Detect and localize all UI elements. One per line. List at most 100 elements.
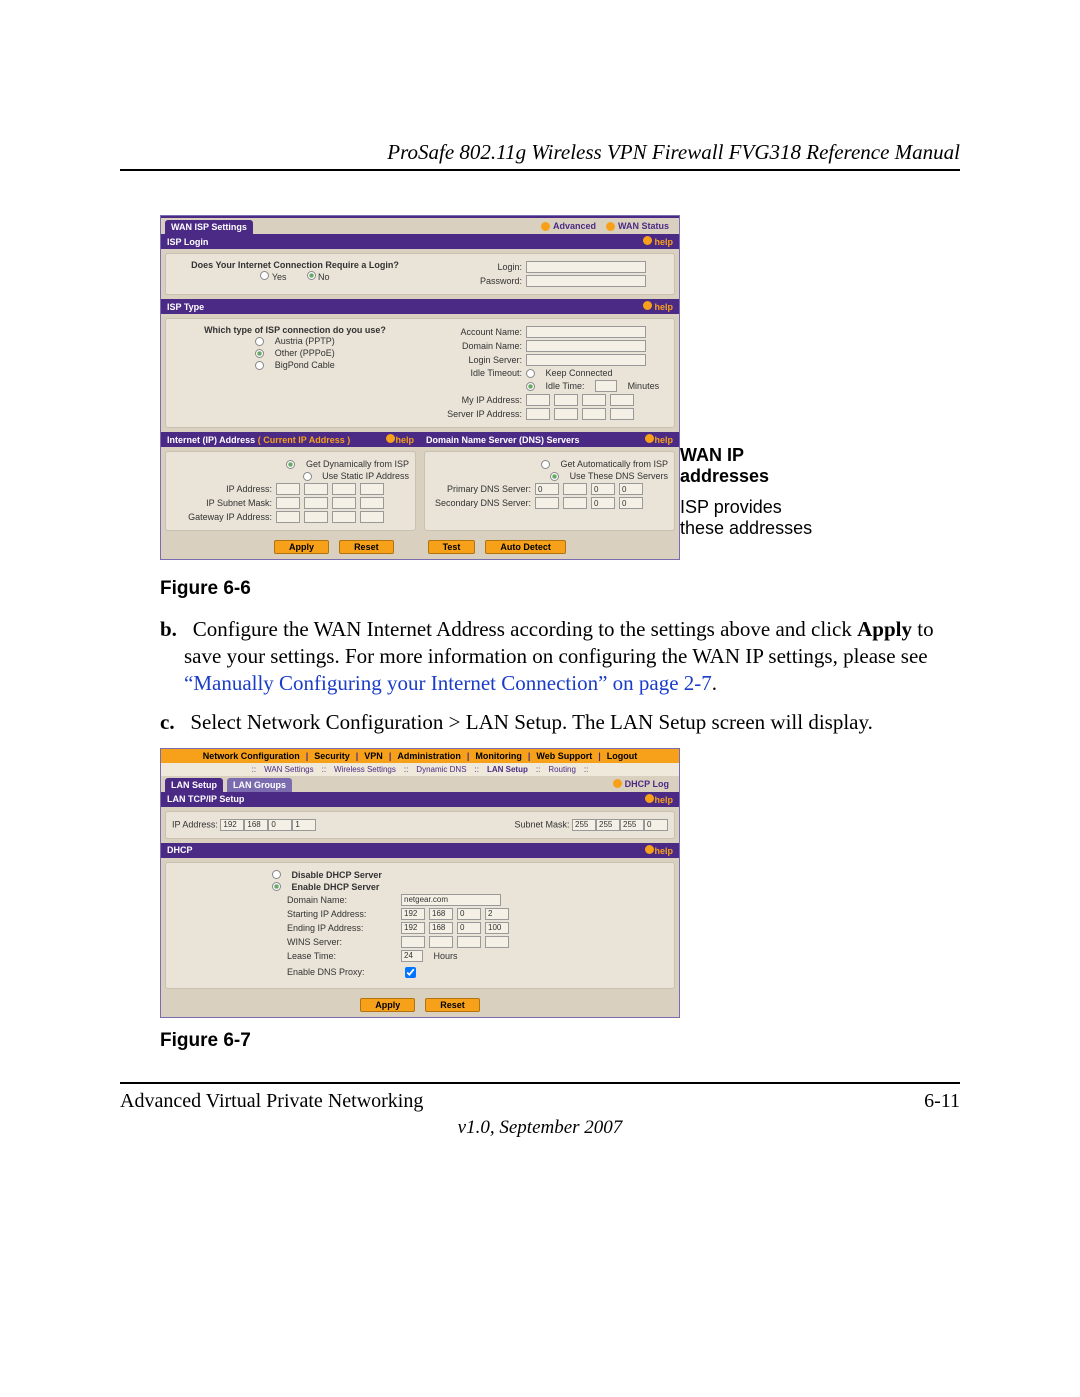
gw-4[interactable]: [360, 511, 384, 523]
dnsa-1[interactable]: [535, 483, 559, 495]
lan-ip-3[interactable]: [268, 819, 292, 831]
subnav-item[interactable]: LAN Setup: [487, 765, 528, 774]
nav-item[interactable]: VPN: [364, 751, 383, 761]
wins-1[interactable]: [401, 936, 425, 948]
radio-static-ip[interactable]: [303, 472, 312, 481]
subnav-item[interactable]: Wireless Settings: [334, 765, 396, 774]
dnsa-2[interactable]: [563, 483, 587, 495]
dnsa-3[interactable]: [591, 483, 615, 495]
reset-button[interactable]: Reset: [425, 998, 480, 1012]
subnav-item[interactable]: WAN Settings: [264, 765, 314, 774]
mask-2[interactable]: [304, 497, 328, 509]
radio-dynamic-ip[interactable]: [286, 460, 295, 469]
login-input[interactable]: [526, 261, 646, 273]
reset-button[interactable]: Reset: [339, 540, 394, 554]
lan-ip-4[interactable]: [292, 819, 316, 831]
idle-time-input[interactable]: [595, 380, 617, 392]
apply-button[interactable]: Apply: [360, 998, 415, 1012]
mask-3[interactable]: [332, 497, 356, 509]
subnet-4[interactable]: [644, 819, 668, 831]
nav-item[interactable]: Network Configuration: [203, 751, 300, 761]
tab-wan-isp[interactable]: WAN ISP Settings: [165, 220, 253, 234]
password-input[interactable]: [526, 275, 646, 287]
gw-2[interactable]: [304, 511, 328, 523]
end-3[interactable]: [457, 922, 481, 934]
tab-lan-setup[interactable]: LAN Setup: [165, 778, 223, 792]
gw-3[interactable]: [332, 511, 356, 523]
domain-input[interactable]: [401, 894, 501, 906]
help-link[interactable]: help: [645, 434, 673, 445]
ip-1[interactable]: [276, 483, 300, 495]
nav-item[interactable]: Logout: [607, 751, 638, 761]
server-ip-2[interactable]: [554, 408, 578, 420]
lease-input[interactable]: [401, 950, 423, 962]
cross-ref-link[interactable]: “Manually Configuring your Internet Conn…: [184, 671, 712, 695]
account-name-input[interactable]: [526, 326, 646, 338]
radio-pptp[interactable]: [255, 337, 264, 346]
lan-ip-2[interactable]: [244, 819, 268, 831]
help-link[interactable]: help: [643, 236, 673, 247]
apply-button[interactable]: Apply: [274, 540, 329, 554]
radio-dns-auto[interactable]: [541, 460, 550, 469]
radio-pppoe[interactable]: [255, 349, 264, 358]
wins-3[interactable]: [457, 936, 481, 948]
start-3[interactable]: [457, 908, 481, 920]
domain-name-input[interactable]: [526, 340, 646, 352]
dns-proxy-checkbox[interactable]: [405, 967, 416, 978]
end-2[interactable]: [429, 922, 453, 934]
my-ip-3[interactable]: [582, 394, 606, 406]
subnav-item[interactable]: Routing: [548, 765, 576, 774]
help-link[interactable]: help: [386, 434, 414, 445]
server-ip-1[interactable]: [526, 408, 550, 420]
my-ip-1[interactable]: [526, 394, 550, 406]
subnet-2[interactable]: [596, 819, 620, 831]
mask-4[interactable]: [360, 497, 384, 509]
start-4[interactable]: [485, 908, 509, 920]
dnsb-3[interactable]: [591, 497, 615, 509]
subnav-item[interactable]: Dynamic DNS: [416, 765, 466, 774]
subnet-1[interactable]: [572, 819, 596, 831]
ip-2[interactable]: [304, 483, 328, 495]
nav-item[interactable]: Monitoring: [475, 751, 522, 761]
dnsb-4[interactable]: [619, 497, 643, 509]
radio-bigpond[interactable]: [255, 361, 264, 370]
subnet-3[interactable]: [620, 819, 644, 831]
end-4[interactable]: [485, 922, 509, 934]
server-ip-3[interactable]: [582, 408, 606, 420]
nav-item[interactable]: Administration: [397, 751, 461, 761]
my-ip-4[interactable]: [610, 394, 634, 406]
login-server-input[interactable]: [526, 354, 646, 366]
nav-item[interactable]: Web Support: [536, 751, 592, 761]
radio-enable-dhcp[interactable]: [272, 882, 281, 891]
radio-keep-connected[interactable]: [526, 369, 535, 378]
tab-lan-groups[interactable]: LAN Groups: [227, 778, 292, 792]
help-link[interactable]: help: [643, 301, 673, 312]
radio-idle-time[interactable]: [526, 382, 535, 391]
start-1[interactable]: [401, 908, 425, 920]
radio-disable-dhcp[interactable]: [272, 870, 281, 879]
wins-2[interactable]: [429, 936, 453, 948]
lan-ip-1[interactable]: [220, 819, 244, 831]
auto-detect-button[interactable]: Auto Detect: [485, 540, 566, 554]
radio-no[interactable]: [307, 271, 316, 280]
mask-1[interactable]: [276, 497, 300, 509]
link-advanced[interactable]: Advanced: [541, 221, 596, 231]
dnsb-2[interactable]: [563, 497, 587, 509]
help-link[interactable]: help: [645, 845, 673, 856]
dnsb-1[interactable]: [535, 497, 559, 509]
gw-1[interactable]: [276, 511, 300, 523]
server-ip-4[interactable]: [610, 408, 634, 420]
radio-dns-manual[interactable]: [550, 472, 559, 481]
ip-4[interactable]: [360, 483, 384, 495]
ip-3[interactable]: [332, 483, 356, 495]
end-1[interactable]: [401, 922, 425, 934]
nav-item[interactable]: Security: [314, 751, 350, 761]
link-wan-status[interactable]: WAN Status: [606, 221, 669, 231]
dnsa-4[interactable]: [619, 483, 643, 495]
test-button[interactable]: Test: [428, 540, 476, 554]
wins-4[interactable]: [485, 936, 509, 948]
help-link[interactable]: help: [645, 794, 673, 805]
dhcp-log-link[interactable]: DHCP Log: [613, 779, 669, 789]
start-2[interactable]: [429, 908, 453, 920]
my-ip-2[interactable]: [554, 394, 578, 406]
